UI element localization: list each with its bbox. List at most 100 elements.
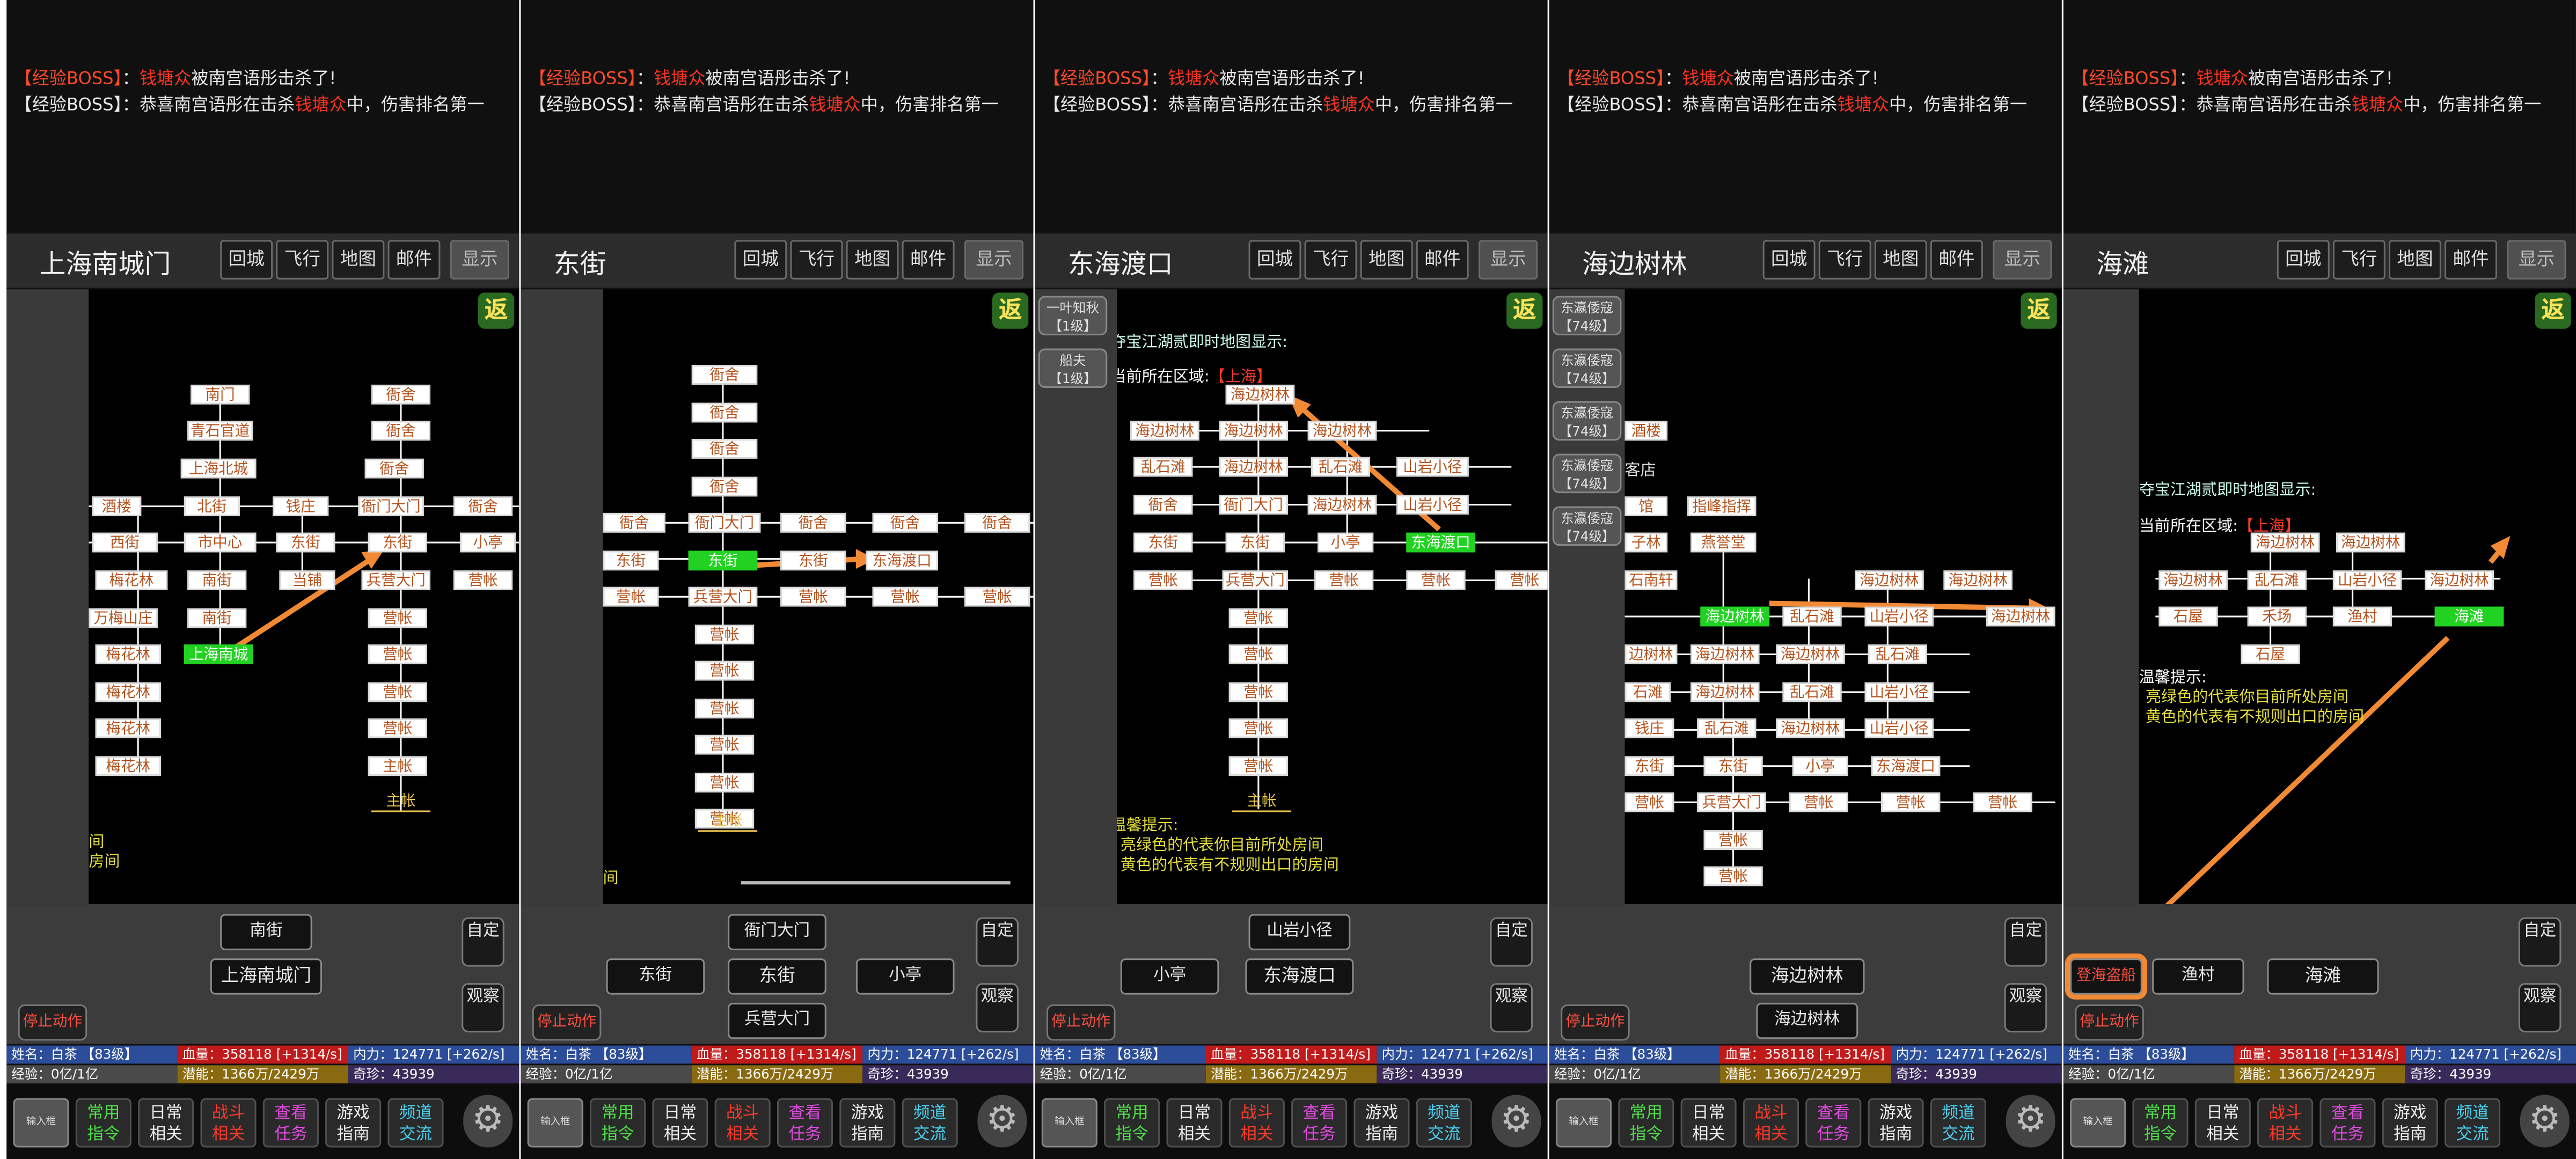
- map-node-irregular[interactable]: 主帐: [698, 812, 758, 832]
- map-node[interactable]: 梅花林: [95, 718, 161, 738]
- footer-combat[interactable]: 战斗 相关: [1228, 1098, 1285, 1148]
- map-node[interactable]: 南街: [187, 570, 247, 590]
- display-button[interactable]: 显示: [964, 240, 1024, 280]
- map-node[interactable]: 衙舍: [691, 365, 758, 385]
- map-node[interactable]: 营帐: [1314, 570, 1374, 590]
- map-node[interactable]: 营帐: [1703, 830, 1763, 850]
- exit-button[interactable]: 小亭: [1120, 958, 1219, 995]
- map-node[interactable]: 海边树林: [2336, 532, 2405, 553]
- map-node[interactable]: 渔村: [2332, 606, 2392, 627]
- map-node[interactable]: 衙舍: [691, 402, 758, 423]
- map-node-current[interactable]: 东街: [688, 551, 758, 571]
- map-node[interactable]: 衙舍: [872, 512, 938, 533]
- display-button[interactable]: 显示: [2507, 240, 2566, 280]
- map-node[interactable]: 北街: [184, 496, 240, 517]
- map-node[interactable]: 营帐: [694, 735, 755, 755]
- map-node[interactable]: 衙舍: [964, 512, 1030, 533]
- footer-combat[interactable]: 战斗 相关: [1743, 1098, 1799, 1148]
- settings-gear-icon[interactable]: ⚙: [463, 1095, 513, 1148]
- map-node[interactable]: 梅花林: [95, 570, 168, 590]
- map-node[interactable]: 酒楼: [92, 496, 142, 517]
- footer-channel[interactable]: 频道 交流: [2445, 1098, 2501, 1148]
- exit-button[interactable]: 渔村: [2152, 958, 2244, 995]
- exit-button[interactable]: 兵营大门: [728, 1002, 826, 1039]
- map-node[interactable]: 营帐: [780, 586, 846, 607]
- map-node[interactable]: 衙舍: [691, 476, 758, 497]
- map-node[interactable]: 营帐: [453, 570, 513, 590]
- map-button[interactable]: 地图: [1874, 240, 1927, 280]
- map-node[interactable]: 子林: [1624, 532, 1668, 553]
- map-node[interactable]: 梅花林: [95, 644, 161, 664]
- custom-button[interactable]: 自定: [1490, 917, 1533, 967]
- footer-channel[interactable]: 频道 交流: [1930, 1098, 1986, 1148]
- custom-button[interactable]: 自定: [976, 917, 1019, 967]
- keyboard-icon[interactable]: 输入框: [527, 1098, 583, 1148]
- return-city-button[interactable]: 回城: [734, 240, 787, 280]
- map-node[interactable]: 青石官道: [187, 421, 253, 441]
- map-node[interactable]: 钱庄: [273, 496, 329, 517]
- map-node[interactable]: 衙门大门: [1219, 495, 1288, 515]
- map-node[interactable]: 海边树林: [1943, 570, 2012, 590]
- current-room-button[interactable]: 东海渡口: [1245, 958, 1354, 995]
- npc-button[interactable]: 东瀛倭寇 【74级】: [1552, 348, 1622, 388]
- keyboard-icon[interactable]: 输入框: [2070, 1098, 2126, 1148]
- display-button[interactable]: 显示: [1479, 240, 1538, 280]
- map-node[interactable]: 兵营大门: [1222, 570, 1288, 590]
- footer-daily[interactable]: 日常 相关: [652, 1098, 708, 1148]
- observe-button[interactable]: 观察: [976, 983, 1019, 1033]
- mail-button[interactable]: 邮件: [387, 240, 441, 280]
- return-city-button[interactable]: 回城: [220, 240, 273, 280]
- map-node[interactable]: 乱石滩: [2247, 570, 2307, 590]
- map-node[interactable]: 东街: [1225, 532, 1285, 553]
- map-node[interactable]: 营帐: [694, 625, 755, 645]
- footer-common-commands[interactable]: 常用 指令: [1104, 1098, 1160, 1148]
- map-node[interactable]: 山岩小径: [1864, 606, 1934, 627]
- map-node[interactable]: 海边树林: [1986, 606, 2055, 627]
- map-node[interactable]: 兵营大门: [361, 570, 431, 590]
- map-node[interactable]: 石南轩: [1624, 570, 1678, 590]
- map-node[interactable]: 营帐: [1228, 644, 1288, 664]
- fly-button[interactable]: 飞行: [276, 240, 329, 280]
- return-badge-icon[interactable]: 返: [2535, 292, 2571, 329]
- footer-common-commands[interactable]: 常用 指令: [1618, 1098, 1674, 1148]
- map-node[interactable]: 衙舍: [364, 458, 424, 479]
- map-node[interactable]: 东街: [1624, 756, 1674, 776]
- footer-common-commands[interactable]: 常用 指令: [75, 1098, 131, 1148]
- map-node[interactable]: 东街: [1133, 532, 1193, 553]
- mail-button[interactable]: 邮件: [902, 240, 955, 280]
- display-button[interactable]: 显示: [1993, 240, 2052, 280]
- stop-action-button[interactable]: 停止动作: [1561, 1004, 1630, 1041]
- current-room-button[interactable]: 东街: [728, 958, 826, 995]
- exit-button[interactable]: 山岩小径: [1248, 914, 1351, 950]
- map-node[interactable]: 禾场: [2247, 606, 2307, 627]
- map-node[interactable]: 衙舍: [371, 421, 431, 441]
- footer-tasks[interactable]: 查看 任务: [262, 1098, 319, 1148]
- map-node[interactable]: 主帐: [368, 756, 427, 776]
- map-node-irregular[interactable]: 主帐: [1232, 793, 1292, 812]
- map-node[interactable]: 南街: [187, 608, 247, 628]
- map-node[interactable]: 营帐: [368, 608, 427, 628]
- return-badge-icon[interactable]: 返: [992, 292, 1029, 329]
- map-node[interactable]: 营帐: [694, 699, 755, 718]
- observe-button[interactable]: 观察: [1490, 983, 1533, 1033]
- display-button[interactable]: 显示: [450, 240, 509, 280]
- map-node[interactable]: 海边树林: [1776, 644, 1845, 664]
- exit-button[interactable]: 东街: [606, 958, 705, 995]
- npc-button[interactable]: 一叶知秋 【1级】: [1038, 296, 1108, 336]
- map-node[interactable]: 营帐: [1973, 792, 2032, 812]
- map-node[interactable]: 兵营大门: [688, 586, 758, 607]
- return-city-button[interactable]: 回城: [1248, 240, 1301, 280]
- map-node[interactable]: 海边树林: [1307, 421, 1377, 441]
- map-node[interactable]: 营帐: [1703, 866, 1763, 886]
- footer-daily[interactable]: 日常 相关: [138, 1098, 194, 1148]
- current-room-button[interactable]: 海边树林: [1750, 958, 1865, 995]
- npc-button[interactable]: 东瀛倭寇 【74级】: [1552, 296, 1622, 336]
- map-node[interactable]: 营帐: [603, 586, 659, 607]
- footer-guide[interactable]: 游戏 指南: [1353, 1098, 1410, 1148]
- map-node[interactable]: 山岩小径: [1396, 457, 1469, 477]
- map-node[interactable]: 梅花林: [95, 682, 161, 702]
- map-node[interactable]: 衙舍: [603, 512, 665, 533]
- npc-button[interactable]: 东瀛倭寇 【74级】: [1552, 401, 1622, 441]
- exit-button[interactable]: 海边树林: [1756, 1002, 1858, 1039]
- map-node[interactable]: 海边树林: [1225, 384, 1295, 405]
